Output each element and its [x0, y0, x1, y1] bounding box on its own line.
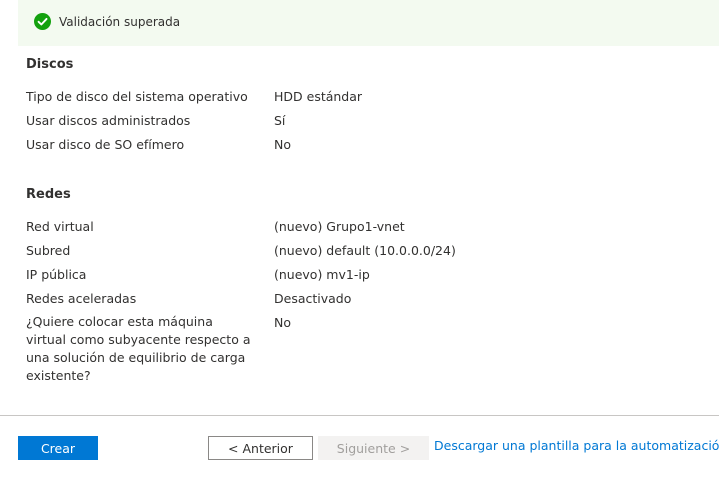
row-label-subnet: Subred [26, 243, 71, 258]
section-title-discos: Discos [26, 57, 74, 72]
row-label-ephemeral-os-disk: Usar disco de SO efímero [26, 137, 185, 152]
next-button[interactable]: Siguiente > [318, 436, 429, 460]
row-value-load-balancing: No [274, 315, 291, 330]
section-title-redes: Redes [26, 187, 71, 202]
previous-button[interactable]: < Anterior [208, 436, 313, 460]
create-button[interactable]: Crear [18, 436, 98, 460]
row-label-virtual-network: Red virtual [26, 219, 94, 234]
row-value-public-ip: (nuevo) mv1-ip [274, 267, 370, 282]
validation-banner: Validación superada [18, 0, 719, 46]
row-value-ephemeral-os-disk: No [274, 137, 291, 152]
footer-divider [0, 415, 719, 416]
row-value-virtual-network: (nuevo) Grupo1-vnet [274, 219, 405, 234]
validation-message: Validación superada [59, 15, 181, 29]
review-create-page: Validación superada Discos Tipo de disco… [0, 0, 719, 477]
row-value-accelerated-networking: Desactivado [274, 291, 352, 306]
row-label-os-disk-type: Tipo de disco del sistema operativo [26, 89, 248, 104]
row-value-managed-disks: Sí [274, 113, 286, 128]
download-template-link[interactable]: Descargar una plantilla para la automati… [434, 438, 719, 453]
check-circle-icon [34, 13, 51, 30]
row-label-public-ip: IP pública [26, 267, 87, 282]
row-label-accelerated-networking: Redes aceleradas [26, 291, 137, 306]
row-label-load-balancing: ¿Quiere colocar esta máquina virtual com… [26, 314, 251, 383]
row-label-managed-disks: Usar discos administrados [26, 113, 191, 128]
row-value-os-disk-type: HDD estándar [274, 89, 363, 104]
row-value-subnet: (nuevo) default (10.0.0.0/24) [274, 243, 456, 258]
